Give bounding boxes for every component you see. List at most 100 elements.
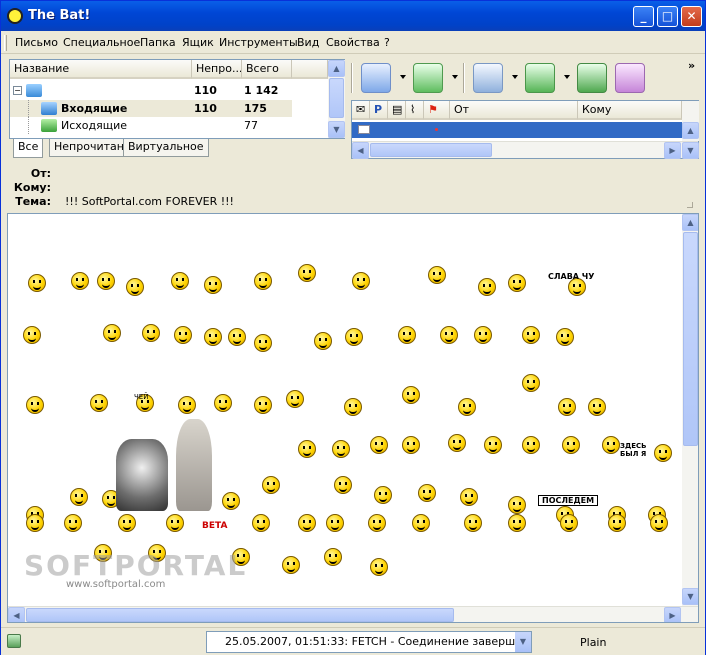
smiley-icon <box>458 398 476 416</box>
tab-virtual[interactable]: Виртуальное <box>123 139 209 157</box>
col-name[interactable]: Название <box>10 60 192 79</box>
col-from[interactable]: От <box>450 101 578 120</box>
forward-icon[interactable] <box>615 63 645 93</box>
new-message-icon[interactable] <box>473 63 503 93</box>
smiley-icon <box>558 398 576 416</box>
smiley-icon <box>412 514 430 532</box>
outbox-folder-icon <box>41 119 57 132</box>
the-bat-app-icon[interactable] <box>7 8 23 24</box>
smiley-icon <box>650 514 668 532</box>
tree-line <box>28 117 29 134</box>
get-mail-dropdown-icon[interactable] <box>400 75 406 79</box>
toolbar-grip[interactable] <box>351 63 353 93</box>
col-flag-icon[interactable]: ⚑ <box>424 101 450 120</box>
menu-properties[interactable]: Свойства <box>326 36 380 49</box>
smiley-icon <box>254 272 272 290</box>
folder-tabs: Все Непрочитано Виртуальное <box>9 139 345 159</box>
menu-special[interactable]: Специальное <box>63 36 140 49</box>
folder-vscroll[interactable]: ▲ ▼ <box>328 60 345 138</box>
header-resize-grip[interactable] <box>687 202 693 208</box>
hscroll-thumb[interactable] <box>370 143 492 157</box>
selected-message-row[interactable] <box>352 122 682 138</box>
smiley-icon <box>344 398 362 416</box>
scroll-up-icon[interactable]: ▲ <box>682 214 698 231</box>
chevron-down-icon[interactable]: ▼ <box>515 632 531 652</box>
status-message-box[interactable]: 25.05.2007, 01:51:33: FETCH - Соединение… <box>206 631 532 653</box>
col-envelope-icon[interactable]: ✉ <box>352 101 370 120</box>
to-label: Кому: <box>13 181 51 194</box>
col-empty <box>292 60 328 79</box>
scroll-down-icon[interactable]: ▼ <box>682 588 698 605</box>
menu-bar: Письмо Специальное Папка Ящик Инструмент… <box>1 32 705 54</box>
menu-tools[interactable]: Инструменты <box>219 36 298 49</box>
maximize-button[interactable]: □ <box>657 6 678 27</box>
send-mail-dropdown-icon[interactable] <box>452 75 458 79</box>
menu-mailbox[interactable]: Ящик <box>182 36 214 49</box>
col-attachment-icon[interactable]: ▤ <box>388 101 406 120</box>
menu-letter[interactable]: Письмо <box>15 36 58 49</box>
smiley-icon <box>345 328 363 346</box>
reply-icon[interactable] <box>525 63 555 93</box>
vscroll-thumb[interactable] <box>683 232 698 446</box>
toolbar-overflow-icon[interactable]: » <box>688 59 695 72</box>
smiley-icon <box>126 278 144 296</box>
smiley-icon <box>508 274 526 292</box>
smiley-icon <box>254 396 272 414</box>
smiley-icon <box>654 444 672 462</box>
body-vscroll[interactable]: ▲ ▼ <box>682 214 698 606</box>
menu-grip[interactable] <box>4 35 7 51</box>
scroll-left-icon[interactable]: ◀ <box>8 607 25 622</box>
tree-row-account[interactable]: − 110 1 142 <box>10 82 328 99</box>
smiley-icon <box>26 396 44 414</box>
statue-image <box>176 419 212 511</box>
get-mail-icon[interactable] <box>361 63 391 93</box>
message-list-hscroll[interactable]: ◀ ▶ ▼ <box>352 141 699 159</box>
smiley-icon <box>478 278 496 296</box>
smiley-icon <box>90 394 108 412</box>
scroll-down-icon[interactable]: ▼ <box>682 142 699 159</box>
new-message-dropdown-icon[interactable] <box>512 75 518 79</box>
col-priority-icon[interactable]: P <box>370 101 388 120</box>
menu-view[interactable]: Вид <box>297 36 319 49</box>
scroll-right-icon[interactable]: ▶ <box>664 142 681 159</box>
title-bar[interactable]: The Bat! _ □ ✕ <box>1 1 705 31</box>
smiley-icon <box>608 514 626 532</box>
col-total[interactable]: Всего <box>242 60 292 79</box>
menu-folder[interactable]: Папка <box>140 36 176 49</box>
smiley-icon <box>103 324 121 342</box>
col-clip-icon[interactable]: ⌇ <box>406 101 424 120</box>
body-hscroll[interactable]: ◀ ▶ <box>8 606 698 622</box>
hscroll-thumb[interactable] <box>26 608 454 622</box>
minimize-button[interactable]: _ <box>633 6 654 27</box>
smiley-icon <box>166 514 184 532</box>
tree-row-inbox[interactable]: Входящие 110 175 <box>10 100 292 117</box>
scroll-down-icon[interactable]: ▼ <box>328 121 345 138</box>
scroll-right-icon[interactable]: ▶ <box>664 607 681 622</box>
smiley-icon <box>174 326 192 344</box>
account-icon <box>26 84 42 97</box>
scroll-up-icon[interactable]: ▲ <box>328 60 345 77</box>
smiley-icon <box>352 272 370 290</box>
smiley-icon <box>326 514 344 532</box>
collapse-toggle-icon[interactable]: − <box>13 86 22 95</box>
send-mail-icon[interactable] <box>413 63 443 93</box>
menu-help[interactable]: ? <box>384 36 390 49</box>
scroll-thumb[interactable] <box>329 78 344 118</box>
tree-line <box>28 100 29 117</box>
close-button[interactable]: ✕ <box>681 6 702 27</box>
tab-all[interactable]: Все <box>13 139 44 158</box>
smiley-icon <box>418 484 436 502</box>
online-status-icon[interactable] <box>7 634 21 648</box>
scroll-left-icon[interactable]: ◀ <box>352 142 369 159</box>
message-list-vscroll[interactable]: ▲ <box>682 101 699 141</box>
smiley-icon <box>402 436 420 454</box>
tree-row-outbox[interactable]: Исходящие 77 <box>10 117 292 134</box>
col-to[interactable]: Кому <box>578 101 682 120</box>
reply-all-icon[interactable] <box>577 63 607 93</box>
smiley-icon <box>560 514 578 532</box>
reply-dropdown-icon[interactable] <box>564 75 570 79</box>
inbox-folder-icon <box>41 102 57 115</box>
status-bar: 25.05.2007, 01:51:33: FETCH - Соединение… <box>1 627 705 655</box>
scroll-up-icon[interactable]: ▲ <box>682 122 699 139</box>
col-unread[interactable]: Непро... <box>192 60 242 79</box>
